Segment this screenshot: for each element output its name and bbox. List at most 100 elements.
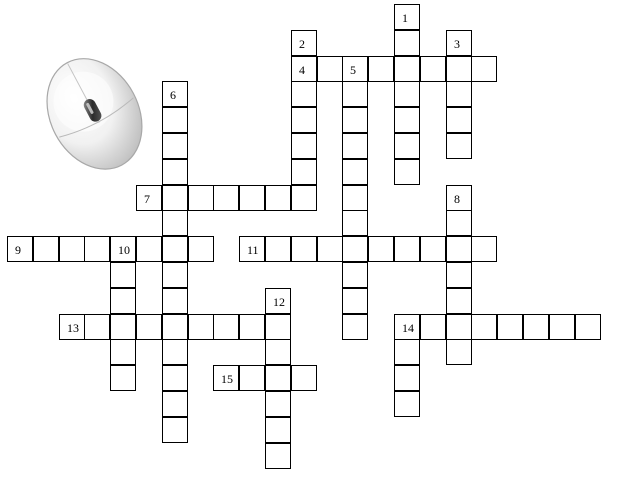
crossword-cell[interactable] [291, 185, 317, 211]
crossword-cell[interactable] [549, 314, 575, 340]
crossword-cell[interactable] [265, 339, 291, 365]
crossword-cell[interactable] [394, 365, 420, 391]
crossword-cell[interactable] [342, 107, 368, 133]
crossword-cell[interactable] [162, 314, 188, 340]
crossword-cell[interactable] [136, 236, 162, 262]
crossword-cell[interactable]: 13 [59, 314, 85, 340]
crossword-cell[interactable] [446, 56, 472, 82]
crossword-cell[interactable]: 1 [394, 4, 420, 30]
crossword-cell[interactable] [162, 107, 188, 133]
crossword-cell[interactable] [59, 236, 85, 262]
crossword-cell[interactable] [394, 30, 420, 56]
crossword-cell[interactable]: 4 [291, 56, 317, 82]
crossword-cell[interactable]: 5 [342, 56, 368, 82]
crossword-cell[interactable] [342, 159, 368, 185]
crossword-cell[interactable] [394, 391, 420, 417]
crossword-cell[interactable] [342, 288, 368, 314]
crossword-cell[interactable] [471, 56, 497, 82]
crossword-cell[interactable] [342, 81, 368, 107]
crossword-cell[interactable] [265, 443, 291, 469]
crossword-cell[interactable] [420, 314, 446, 340]
crossword-cell[interactable] [342, 210, 368, 236]
crossword-cell[interactable] [291, 133, 317, 159]
crossword-cell[interactable] [239, 365, 265, 391]
crossword-cell[interactable] [84, 236, 110, 262]
crossword-cell[interactable] [162, 262, 188, 288]
crossword-cell[interactable] [265, 314, 291, 340]
crossword-cell[interactable] [497, 314, 523, 340]
crossword-cell[interactable] [162, 417, 188, 443]
crossword-cell[interactable] [291, 236, 317, 262]
crossword-cell[interactable] [342, 262, 368, 288]
crossword-cell[interactable] [162, 185, 188, 211]
crossword-cell[interactable] [84, 314, 110, 340]
crossword-cell[interactable] [162, 159, 188, 185]
crossword-cell[interactable] [110, 365, 136, 391]
crossword-cell[interactable] [162, 210, 188, 236]
crossword-cell[interactable] [239, 185, 265, 211]
crossword-cell[interactable] [265, 185, 291, 211]
crossword-cell[interactable] [471, 314, 497, 340]
crossword-cell[interactable] [317, 56, 343, 82]
crossword-cell[interactable] [394, 236, 420, 262]
crossword-cell[interactable] [420, 236, 446, 262]
crossword-cell[interactable] [446, 210, 472, 236]
crossword-cell[interactable] [110, 262, 136, 288]
crossword-cell[interactable] [446, 107, 472, 133]
crossword-cell[interactable] [239, 314, 265, 340]
crossword-cell[interactable] [162, 391, 188, 417]
crossword-cell[interactable] [446, 314, 472, 340]
crossword-cell[interactable] [188, 185, 214, 211]
crossword-cell[interactable] [291, 81, 317, 107]
crossword-cell[interactable] [368, 56, 394, 82]
crossword-cell[interactable] [317, 236, 343, 262]
crossword-cell[interactable] [265, 365, 291, 391]
crossword-cell[interactable]: 15 [213, 365, 239, 391]
crossword-cell[interactable] [213, 314, 239, 340]
crossword-cell[interactable] [471, 236, 497, 262]
crossword-cell[interactable] [291, 159, 317, 185]
crossword-cell[interactable] [188, 314, 214, 340]
crossword-cell[interactable] [368, 236, 394, 262]
crossword-cell[interactable] [446, 339, 472, 365]
crossword-cell[interactable] [265, 391, 291, 417]
crossword-cell[interactable] [420, 56, 446, 82]
crossword-cell[interactable] [265, 236, 291, 262]
crossword-cell[interactable] [342, 185, 368, 211]
crossword-cell[interactable] [291, 365, 317, 391]
crossword-cell[interactable] [394, 81, 420, 107]
crossword-cell[interactable] [265, 417, 291, 443]
crossword-cell[interactable] [162, 288, 188, 314]
crossword-cell[interactable]: 10 [110, 236, 136, 262]
crossword-cell[interactable] [213, 185, 239, 211]
crossword-cell[interactable] [394, 56, 420, 82]
crossword-cell[interactable] [394, 339, 420, 365]
crossword-cell[interactable]: 3 [446, 30, 472, 56]
crossword-cell[interactable] [110, 339, 136, 365]
crossword-cell[interactable]: 8 [446, 185, 472, 211]
crossword-cell[interactable] [575, 314, 601, 340]
crossword-cell[interactable] [110, 314, 136, 340]
crossword-cell[interactable] [162, 339, 188, 365]
crossword-cell[interactable] [342, 133, 368, 159]
crossword-cell[interactable] [162, 133, 188, 159]
crossword-cell[interactable]: 12 [265, 288, 291, 314]
crossword-cell[interactable] [33, 236, 59, 262]
crossword-cell[interactable]: 9 [7, 236, 33, 262]
crossword-cell[interactable] [446, 262, 472, 288]
crossword-cell[interactable] [446, 236, 472, 262]
crossword-cell[interactable] [446, 133, 472, 159]
crossword-cell[interactable] [162, 365, 188, 391]
crossword-cell[interactable] [291, 107, 317, 133]
crossword-cell[interactable]: 6 [162, 81, 188, 107]
crossword-cell[interactable] [394, 133, 420, 159]
crossword-cell[interactable] [446, 81, 472, 107]
crossword-cell[interactable] [523, 314, 549, 340]
crossword-cell[interactable] [188, 236, 214, 262]
crossword-cell[interactable] [136, 314, 162, 340]
crossword-cell[interactable] [394, 107, 420, 133]
crossword-cell[interactable] [110, 288, 136, 314]
crossword-cell[interactable]: 11 [239, 236, 265, 262]
crossword-cell[interactable] [342, 236, 368, 262]
crossword-cell[interactable] [446, 288, 472, 314]
